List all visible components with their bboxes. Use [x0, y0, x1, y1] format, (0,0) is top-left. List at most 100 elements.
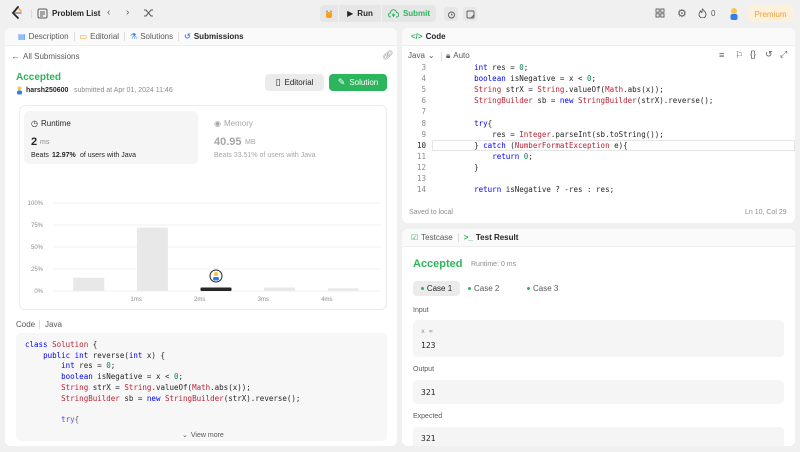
description-icon: ▤	[18, 32, 26, 41]
memory-chip-icon: ◉	[214, 119, 221, 128]
fire-streak-icon[interactable]	[698, 8, 707, 18]
tab-editorial[interactable]: ▭ Editorial	[75, 28, 124, 46]
expand-icon[interactable]: ⤢	[780, 49, 787, 60]
braces-icon[interactable]: {}	[750, 49, 756, 59]
chevron-left-icon[interactable]: ‹	[107, 7, 110, 18]
y-tick-label: 75%	[31, 223, 44, 229]
submission-status: Accepted	[16, 72, 62, 83]
tab-submissions[interactable]: ↺ Submissions	[179, 28, 249, 46]
code-line: } catch (NumberFormatException e){	[438, 140, 628, 150]
tab-test-result[interactable]: >_ Test Result	[459, 229, 524, 247]
auto-toggle[interactable]: 🔒︎ Auto	[446, 51, 470, 61]
case-2-tab[interactable]: Case 2	[468, 281, 508, 296]
line-number: 11	[416, 151, 426, 161]
settings-gear-icon[interactable]: ⚙	[677, 7, 687, 20]
alarm-clock-icon[interactable]	[444, 7, 458, 21]
code-line: res = Integer.parseInt(sb.toString());	[438, 129, 664, 139]
testresult-panel: ☑ Testcase >_ Test Result Accepted Runti…	[402, 229, 795, 446]
code-editor[interactable]: 3 int res = 0; 4 boolean isNegative = x <…	[402, 61, 795, 206]
line-number: 4	[421, 74, 426, 84]
code-line: }	[438, 162, 479, 172]
code-line: boolean isNegative = x < 0;	[61, 372, 184, 382]
arrow-left-icon[interactable]: ←	[11, 51, 20, 61]
x-tick-label: 1ms	[130, 297, 141, 303]
avatar[interactable]	[728, 6, 740, 21]
edit-icon: ✎	[337, 77, 346, 87]
list-icon[interactable]	[37, 8, 48, 19]
submit-button[interactable]: Submit	[382, 5, 436, 22]
runtime-card[interactable]: ◷ Runtime 2 ms Beats 12.97% of users wit…	[24, 111, 198, 164]
line-number: 3	[421, 63, 426, 72]
editorial-button-label: Editorial	[284, 78, 314, 87]
book-icon: ▭	[79, 32, 88, 41]
debug-button[interactable]	[320, 5, 338, 22]
case-1-label: Case 1	[426, 284, 453, 293]
case-3-label: Case 3	[533, 284, 559, 293]
line-number: 8	[421, 118, 426, 128]
tab-code-label: Code	[425, 32, 446, 41]
expected-value: 321	[421, 434, 436, 443]
runtime-beats-prefix: Beats	[31, 152, 49, 159]
memory-unit: MB	[245, 139, 256, 146]
line-number: 10	[416, 140, 426, 150]
case-1-dot	[420, 287, 424, 290]
layout-grid-icon[interactable]	[655, 8, 665, 18]
submission-user[interactable]: harsh250600	[26, 87, 68, 94]
chevron-right-icon[interactable]: ›	[126, 7, 129, 18]
runtime-distribution-chart[interactable]: 100%75%50%25%0%1ms2ms3ms4ms1ms2ms3ms4ms	[5, 168, 397, 308]
terminal-icon: >_	[463, 233, 473, 242]
bookmark-icon[interactable]: ⚐	[735, 50, 743, 61]
format-align-icon[interactable]: ≡	[719, 50, 724, 60]
shuffle-icon[interactable]	[143, 8, 154, 18]
code-line: int res = 0;	[474, 63, 529, 72]
tab-code[interactable]: </> Code	[406, 28, 451, 46]
view-more-button[interactable]: ⌄ View more	[182, 431, 224, 440]
y-tick-label: 0%	[34, 289, 43, 295]
code-line: int res = 0;	[61, 361, 116, 371]
output-box: 321	[413, 380, 784, 404]
case-1-tab[interactable]: Case 1	[413, 281, 460, 296]
tab-description[interactable]: ▤ Description	[13, 28, 74, 46]
x-tick-label: 2ms	[194, 297, 205, 303]
case-3-dot	[527, 287, 530, 290]
language-select[interactable]: Java ⌄	[408, 51, 435, 60]
chart-bar	[73, 277, 105, 291]
all-submissions-link[interactable]: All Submissions	[23, 52, 79, 61]
expected-box: 321	[413, 427, 784, 446]
code-line: public int reverse(int x) {	[43, 350, 165, 360]
y-tick-label: 50%	[31, 245, 44, 251]
problem-list-link[interactable]: Problem List	[52, 9, 100, 18]
premium-button[interactable]: Premium	[748, 6, 793, 22]
leetcode-logo[interactable]	[10, 6, 24, 20]
run-button[interactable]: ▶ Run	[339, 5, 381, 22]
code-line: class Solution {	[25, 340, 98, 349]
code-line: try{	[474, 118, 493, 128]
link-icon[interactable]: 🔗︎	[382, 50, 393, 61]
line-number: 9	[421, 129, 426, 139]
memory-card[interactable]: ◉ Memory 40.95 MB Beats 33.51% of users …	[208, 111, 382, 164]
line-number: 12	[416, 162, 426, 172]
tab-testcase[interactable]: ☑ Testcase	[406, 229, 458, 247]
case-3-tab[interactable]: Case 3	[527, 281, 567, 296]
output-value: 321	[421, 388, 436, 397]
cloud-upload-icon	[387, 9, 399, 18]
left-tabbar: ▤ Description ▭ Editorial ⚗ Solutions ↺ …	[5, 28, 397, 46]
chevron-down-icon: ⌄	[427, 51, 435, 60]
code-section-title: Code	[16, 320, 36, 329]
memory-label: Memory	[224, 119, 253, 128]
tab-test-result-label: Test Result	[475, 233, 519, 242]
tab-description-label: Description	[28, 32, 69, 41]
output-label: Output	[413, 366, 435, 373]
tab-solutions[interactable]: ⚗ Solutions	[125, 28, 178, 46]
solution-button[interactable]: ✎ Solution	[329, 74, 387, 91]
x-tick-label: 4ms	[321, 297, 332, 303]
submitted-code-block: class Solution { public int reverse(int …	[16, 333, 387, 441]
line-number: 14	[416, 185, 426, 195]
marker-avatar-head	[213, 271, 219, 277]
result-status: Accepted	[413, 258, 463, 270]
editorial-button[interactable]: ▯ Editorial	[265, 74, 324, 91]
view-more-label: View more	[190, 431, 224, 439]
notes-icon[interactable]	[463, 7, 477, 21]
line-number: 5	[421, 85, 426, 95]
reset-icon[interactable]: ↺	[765, 49, 773, 60]
